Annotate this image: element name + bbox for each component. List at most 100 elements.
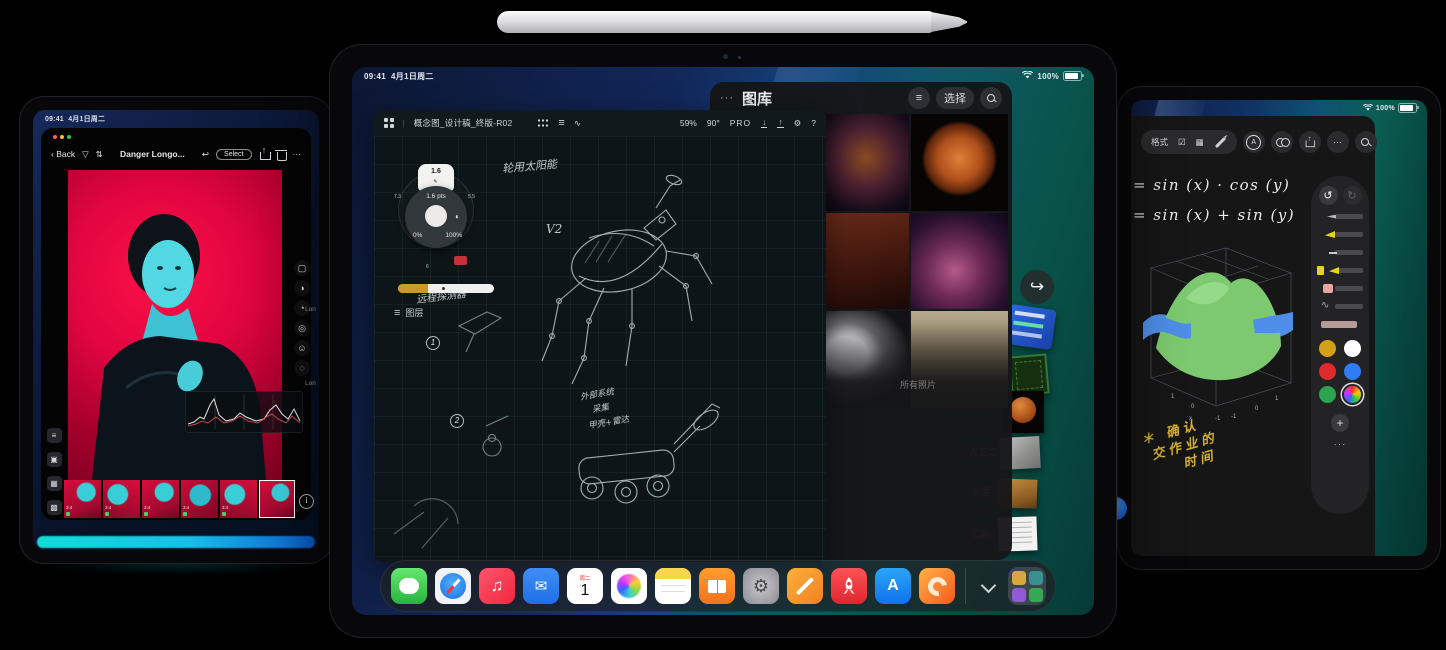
- share-icon[interactable]: ↑: [1298, 131, 1321, 153]
- dock-app-rocket[interactable]: [831, 568, 867, 604]
- zoom-level[interactable]: 59%: [680, 118, 697, 128]
- undo-icon[interactable]: ↩: [202, 149, 209, 160]
- grid-toggle-icon[interactable]: [537, 118, 550, 128]
- brush-size-option[interactable]: 5.5: [468, 194, 475, 200]
- filmstrip-thumb[interactable]: 3:4: [103, 480, 140, 518]
- tool-highlighter[interactable]: [1317, 264, 1363, 277]
- gallery-search-icon[interactable]: [980, 87, 1002, 109]
- checklist-icon[interactable]: ☑: [1178, 137, 1186, 148]
- color-swatch-green[interactable]: [1319, 386, 1336, 403]
- color-swatch-multicolor-selected[interactable]: [1344, 386, 1361, 403]
- brush-size-option[interactable]: 6: [426, 264, 429, 270]
- dock-app-safari[interactable]: [435, 568, 471, 604]
- text-style-button[interactable]: A: [1242, 131, 1265, 153]
- tool-pencil[interactable]: [1317, 246, 1363, 259]
- dock-app-swirl[interactable]: [919, 568, 955, 604]
- batch-icon[interactable]: ▦: [46, 476, 62, 491]
- view-options-icon[interactable]: ≡: [908, 87, 930, 109]
- brush-wheel[interactable]: 1.6 ✎ 7.3 5.5 6 1.6 pts ◐ 0% 100%: [394, 164, 476, 276]
- home-grid-icon[interactable]: [384, 118, 394, 128]
- zoom-dot-icon[interactable]: [67, 135, 71, 139]
- vignette-icon[interactable]: ◎: [294, 320, 310, 336]
- rotation-value[interactable]: 90°: [707, 118, 720, 128]
- lasso-icon[interactable]: ∿: [574, 118, 581, 129]
- dock-app-settings[interactable]: ⚙: [743, 568, 779, 604]
- color-swatch-white[interactable]: [1344, 340, 1361, 357]
- palette-more-button[interactable]: ···: [1334, 439, 1347, 450]
- dock-app-mail[interactable]: ✉: [523, 568, 559, 604]
- sort-icon[interactable]: ⇅: [96, 149, 103, 160]
- export-icon[interactable]: ▣: [46, 452, 62, 467]
- filmstrip-thumb-selected[interactable]: [259, 480, 295, 518]
- tool-lasso[interactable]: ∿: [1317, 300, 1363, 313]
- export-icon[interactable]: ↑: [777, 118, 784, 128]
- format-button[interactable]: 格式: [1151, 136, 1168, 148]
- help-icon[interactable]: ?: [811, 118, 816, 128]
- trash-icon[interactable]: [275, 149, 287, 161]
- frame-icon[interactable]: ▩: [46, 500, 62, 515]
- blur-icon[interactable]: ◌: [294, 360, 310, 376]
- info-button[interactable]: i: [299, 494, 314, 509]
- filmstrip-thumb[interactable]: 3:4: [142, 480, 179, 518]
- dock-app-notes[interactable]: [655, 568, 691, 604]
- more-button[interactable]: ···: [293, 149, 302, 159]
- color-swatch-blue[interactable]: [1344, 363, 1361, 380]
- redo-button[interactable]: ↻: [1342, 186, 1362, 205]
- dock-app-books[interactable]: [699, 568, 735, 604]
- gallery-select-button[interactable]: 选择: [936, 87, 974, 109]
- back-button[interactable]: ‹ Back: [51, 149, 75, 159]
- share-icon[interactable]: ↑: [259, 146, 271, 160]
- filmstrip-thumb[interactable]: 3:4: [181, 480, 218, 518]
- add-tool-button[interactable]: +: [1331, 414, 1349, 432]
- share-arrow-button[interactable]: ↪: [1020, 270, 1054, 304]
- brush-wheel-center[interactable]: 1.6 pts ◐ 0% 100%: [405, 186, 467, 248]
- gallery-photo[interactable]: [812, 212, 910, 310]
- dock-recent-apps[interactable]: [1008, 567, 1046, 605]
- color-swatch-gold[interactable]: [1319, 340, 1336, 357]
- color-swatch-red[interactable]: [454, 256, 467, 265]
- dock-app-appstore[interactable]: A: [875, 568, 911, 604]
- filmstrip-thumb[interactable]: 3:4: [220, 480, 257, 518]
- dock-app-music[interactable]: ♫: [479, 568, 515, 604]
- gallery-photo[interactable]: [911, 114, 1008, 211]
- tool-pen[interactable]: [1317, 210, 1363, 223]
- adjust-icon[interactable]: ≡: [46, 428, 62, 443]
- more-button[interactable]: ···: [1326, 131, 1349, 153]
- download-icon[interactable]: ↓: [761, 118, 768, 128]
- tool-fountain-pen[interactable]: [1317, 228, 1363, 241]
- dock-app-messages[interactable]: [391, 568, 427, 604]
- all-photos-label[interactable]: 所有照片: [900, 378, 936, 391]
- filter-icon[interactable]: ▽: [82, 149, 89, 160]
- sticker-thumbnail[interactable]: [1005, 303, 1057, 351]
- color-wheel-icon[interactable]: ◑: [294, 280, 310, 296]
- gallery-photo[interactable]: [911, 212, 1008, 310]
- search-icon[interactable]: [1354, 131, 1377, 153]
- color-swatch-red[interactable]: [1319, 363, 1336, 380]
- collaborate-icon[interactable]: [1270, 131, 1293, 153]
- dock-app-pencil-draw[interactable]: [787, 568, 823, 604]
- dock-app-calendar[interactable]: 周二 1: [567, 568, 603, 604]
- tool-ruler[interactable]: [1317, 318, 1363, 331]
- gallery-more-button[interactable]: ···: [720, 92, 734, 104]
- select-button[interactable]: Select: [216, 148, 252, 160]
- dock-chevron-down-icon[interactable]: [976, 574, 1000, 598]
- layers-button[interactable]: ≡ 图层: [394, 306, 423, 319]
- minimize-dot-icon[interactable]: [60, 135, 64, 139]
- file-title: Danger Longo...: [120, 149, 185, 159]
- brush-size-option[interactable]: 7.3: [394, 194, 401, 200]
- dock-app-photos[interactable]: [611, 568, 647, 604]
- brush-slider[interactable]: [398, 284, 494, 293]
- close-dot-icon[interactable]: [53, 135, 57, 139]
- window-traffic-lights[interactable]: [53, 135, 71, 139]
- portrait-icon[interactable]: ☺: [294, 340, 310, 356]
- settings-gear-icon[interactable]: ⚙: [794, 118, 802, 129]
- table-icon[interactable]: ▦: [1196, 137, 1204, 148]
- filmstrip-thumb[interactable]: 3:4: [64, 480, 101, 518]
- undo-button[interactable]: ↺: [1318, 186, 1338, 205]
- tool-eraser[interactable]: [1317, 282, 1363, 295]
- layers-icon[interactable]: ≡: [558, 117, 564, 129]
- drawing-canvas[interactable]: 轮用太阳能 V2 远程探测器 外部系统 采集 甲壳+雷达 1 2 1.6 ✎ 7.…: [374, 136, 826, 562]
- gallery-photo[interactable]: [812, 114, 910, 211]
- crop-icon[interactable]: ▢: [294, 260, 310, 276]
- markup-pen-icon[interactable]: [1214, 136, 1226, 148]
